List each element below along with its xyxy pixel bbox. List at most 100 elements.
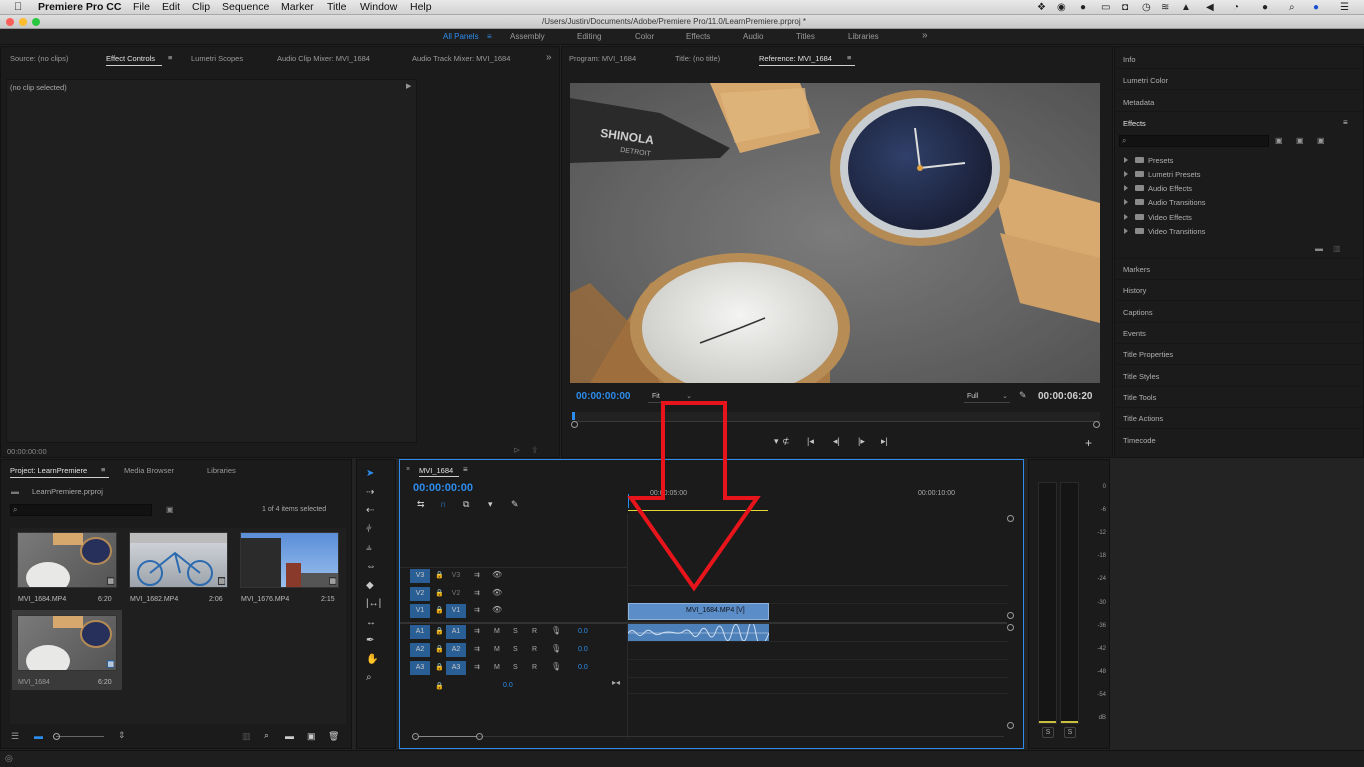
find-icon[interactable]: ▣	[166, 505, 174, 514]
status-icon[interactable]: ◎	[5, 753, 13, 764]
lock-icon[interactable]: 🔒	[435, 682, 444, 690]
workspace-all-panels[interactable]: All Panels	[443, 32, 479, 41]
sync-icon[interactable]: ⇉	[474, 571, 480, 579]
mute-a1[interactable]: M	[494, 628, 500, 635]
timeline-settings-icon[interactable]: ✎	[511, 499, 519, 510]
track-select-icon[interactable]: ⇢	[366, 487, 374, 498]
track-source-v1[interactable]: V1	[410, 604, 430, 618]
trash-icon[interactable]: 🗑	[328, 731, 339, 742]
workspace-effects[interactable]: Effects	[686, 32, 710, 41]
menu-edit[interactable]: Edit	[162, 1, 180, 13]
wifi-icon[interactable]: ≋	[1161, 2, 1169, 13]
eye-icon[interactable]: 👁	[492, 588, 502, 597]
microphone-icon[interactable]: 🎙	[551, 626, 561, 635]
panel-lumetri-color[interactable]: Lumetri Color	[1123, 76, 1168, 85]
rolling-edit-icon[interactable]: ⫨	[366, 542, 372, 553]
panel-title-tools[interactable]: Title Tools	[1123, 393, 1156, 402]
menu-window[interactable]: Window	[360, 1, 397, 13]
hscroll-left-handle[interactable]	[412, 733, 419, 740]
automate-icon[interactable]: ▥	[242, 731, 251, 742]
panel-title-styles[interactable]: Title Styles	[1123, 372, 1159, 381]
filter-icon[interactable]: ⊳	[513, 445, 521, 456]
track-source-a3[interactable]: A3	[410, 661, 430, 675]
lock-icon[interactable]: 🔒	[435, 645, 444, 653]
tab-libraries[interactable]: Libraries	[207, 466, 236, 475]
sequence-tab[interactable]: MVI_1684	[419, 466, 453, 475]
step-back-icon[interactable]: ◂|	[833, 436, 840, 447]
dropbox-icon[interactable]: ❖	[1037, 2, 1046, 13]
effects-menu-icon[interactable]: ≡	[1343, 118, 1348, 127]
shield-icon[interactable]: ◘	[1122, 2, 1128, 13]
clip-thumb-1[interactable]: ▦	[17, 532, 117, 588]
clip-thumb-3[interactable]: ▦	[240, 532, 339, 588]
export-icon[interactable]: ⇪	[531, 445, 539, 456]
record-a3[interactable]: R	[532, 664, 537, 671]
record-a2[interactable]: R	[532, 646, 537, 653]
track-source-v2[interactable]: V2	[410, 587, 430, 601]
yuv-effects-icon[interactable]: ▣	[1317, 136, 1325, 145]
zoom-window-button[interactable]	[32, 18, 40, 26]
selection-tool-icon[interactable]: ➤	[366, 468, 374, 479]
panel-markers[interactable]: Markers	[1123, 265, 1150, 274]
workspace-audio[interactable]: Audio	[743, 32, 763, 41]
nest-icon[interactable]: ⇆	[417, 499, 425, 510]
workspace-titles[interactable]: Titles	[796, 32, 815, 41]
timemachine-icon[interactable]: ◷	[1142, 2, 1151, 13]
effects-video-transitions[interactable]: Video Transitions	[1148, 227, 1205, 236]
clip-thumb-2[interactable]: ▦	[129, 532, 228, 588]
expand-arrow-icon[interactable]: ▶	[406, 82, 411, 90]
wrench-icon[interactable]: ✎	[1019, 390, 1027, 401]
time-ruler[interactable]: 00:00:05:00 00:00:10:00	[628, 484, 1008, 512]
linked-select-icon[interactable]: ⧉	[463, 499, 469, 510]
notification-icon[interactable]: ☰	[1340, 2, 1349, 13]
panel-effects[interactable]: Effects	[1123, 119, 1146, 128]
track-target-v2[interactable]: V2	[446, 587, 466, 601]
hand-icon[interactable]: ✋	[366, 654, 378, 665]
sync-icon[interactable]: ⇉	[474, 589, 480, 597]
track-target-a1[interactable]: A1	[446, 625, 466, 639]
tab-title[interactable]: Title: (no title)	[675, 54, 720, 63]
track-target-v3[interactable]: V3	[446, 569, 466, 583]
zoom-icon[interactable]: ⌕	[366, 672, 372, 683]
fit-dropdown[interactable]: Fit ⌄	[648, 391, 694, 403]
project-search-input[interactable]: ⌕	[10, 504, 152, 516]
mute-a3[interactable]: M	[494, 664, 500, 671]
app-name[interactable]: Premiere Pro CC	[38, 1, 121, 13]
find-icon[interactable]: ⌕	[264, 730, 269, 741]
apple-icon[interactable]: 	[14, 1, 22, 13]
marker-icon[interactable]: ▾	[774, 436, 779, 447]
panel-title-properties[interactable]: Title Properties	[1123, 350, 1173, 359]
razor-icon[interactable]: ◆	[366, 580, 374, 591]
volume-a2[interactable]: 0.0	[578, 646, 588, 653]
record-a1[interactable]: R	[532, 628, 537, 635]
tab-reference[interactable]: Reference: MVI_1684	[759, 54, 832, 63]
sync-icon[interactable]: ⇉	[474, 606, 480, 614]
tab-project[interactable]: Project: LearnPremiere	[10, 466, 87, 475]
tab-audio-clip-mixer[interactable]: Audio Clip Mixer: MVI_1684	[277, 54, 370, 63]
delete-icon[interactable]: ▥	[1333, 244, 1341, 253]
scroll-handle-bottom[interactable]	[1007, 722, 1014, 729]
track-target-v1[interactable]: V1	[446, 604, 466, 618]
zoom-slider-handle[interactable]	[53, 733, 60, 740]
workspace-libraries[interactable]: Libraries	[848, 32, 879, 41]
menu-help[interactable]: Help	[410, 1, 432, 13]
panel-metadata[interactable]: Metadata	[1123, 98, 1154, 107]
insert-icon[interactable]: ⊄	[782, 436, 790, 447]
panel-events[interactable]: Events	[1123, 329, 1146, 338]
eye-icon[interactable]: 👁	[492, 605, 502, 614]
close-window-button[interactable]	[6, 18, 14, 26]
effects-presets[interactable]: Presets	[1148, 156, 1173, 165]
menu-marker[interactable]: Marker	[281, 1, 314, 13]
volume-a1[interactable]: 0.0	[578, 628, 588, 635]
program-timecode[interactable]: 00:00:00:00	[576, 391, 630, 402]
add-marker-icon[interactable]: ▾	[488, 499, 493, 510]
workspace-color[interactable]: Color	[635, 32, 654, 41]
solo-a1[interactable]: S	[513, 628, 518, 635]
hscroll-right-handle[interactable]	[476, 733, 483, 740]
new-bin-icon[interactable]: ▬	[1315, 244, 1323, 253]
master-volume[interactable]: 0.0	[503, 682, 513, 689]
new-item-icon[interactable]: ▣	[307, 731, 316, 742]
list-view-icon[interactable]: ☰	[11, 731, 19, 742]
more-workspaces-icon[interactable]: »	[922, 30, 928, 41]
solo-a2[interactable]: S	[513, 646, 518, 653]
